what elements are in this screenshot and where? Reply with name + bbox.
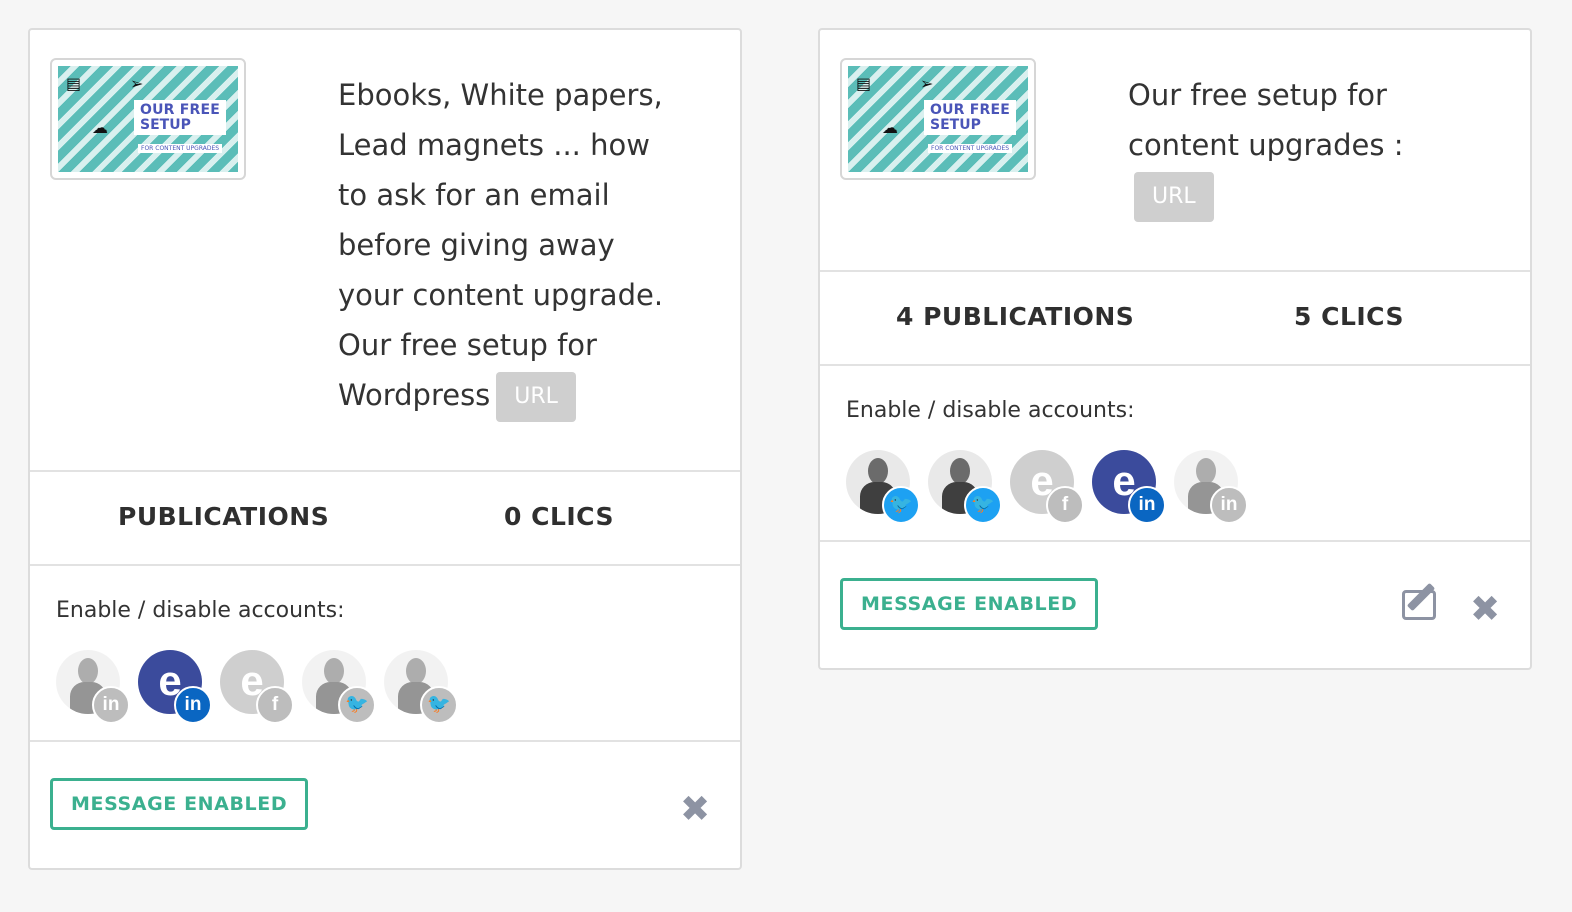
twitter-icon: 🐦 (882, 486, 920, 524)
message-card-1: ▤ ➢ ☁ OUR FREE SETUP FOR CONTENT UPGRADE… (28, 28, 742, 870)
url-button[interactable]: URL (496, 372, 576, 422)
phone-icon: ▤ (66, 74, 82, 93)
linkedin-icon: in (92, 686, 130, 724)
card-footer: MESSAGE ENABLED ✖ (820, 540, 1530, 668)
card-header: ▤ ➢ ☁ OUR FREE SETUP FOR CONTENT UPGRADE… (820, 30, 1530, 270)
account-toggle-person-twitter[interactable]: 🐦 (302, 650, 376, 724)
message-description: Our free setup for content upgrades : URL (1128, 70, 1428, 222)
card-footer: MESSAGE ENABLED ✖ (30, 740, 740, 868)
thumbnail-title-1: OUR FREE (140, 102, 220, 118)
account-toggle-brand-linkedin[interactable]: e in (138, 650, 212, 724)
close-icon[interactable]: ✖ (1470, 592, 1500, 628)
account-toggle-person-twitter[interactable]: 🐦 (846, 450, 920, 524)
account-toggle-person-linkedin[interactable]: in (56, 650, 130, 724)
message-enabled-button[interactable]: MESSAGE ENABLED (840, 578, 1099, 630)
account-toggle-brand-facebook[interactable]: e f (1010, 450, 1084, 524)
thumbnail-image: ▤ ➢ ☁ OUR FREE SETUP FOR CONTENT UPGRADE… (50, 58, 246, 180)
publications-count: PUBLICATIONS (118, 502, 330, 531)
edit-icon[interactable] (1402, 582, 1436, 620)
thumbnail-title-2: SETUP (930, 116, 981, 133)
cloud-download-icon: ☁ (92, 118, 108, 137)
message-card-2: ▤ ➢ ☁ OUR FREE SETUP FOR CONTENT UPGRADE… (818, 28, 1532, 670)
stats-row: 4 PUBLICATIONS 5 CLICS (820, 270, 1530, 364)
cloud-download-icon: ☁ (882, 118, 898, 137)
description-text: Ebooks, White papers, Lead magnets ... h… (338, 78, 664, 412)
clics-count: 0 CLICS (504, 502, 614, 531)
stats-row: PUBLICATIONS 0 CLICS (30, 470, 740, 564)
paper-plane-icon: ➢ (130, 74, 144, 93)
close-icon[interactable]: ✖ (680, 792, 710, 828)
accounts-label: Enable / disable accounts: (56, 598, 345, 623)
account-toggle-brand-facebook[interactable]: e f (220, 650, 294, 724)
accounts-section: Enable / disable accounts: in e in e f 🐦… (30, 564, 740, 740)
thumbnail-title-1: OUR FREE (930, 102, 1010, 118)
clics-count: 5 CLICS (1294, 302, 1404, 331)
facebook-icon: f (1046, 486, 1084, 524)
publications-count: 4 PUBLICATIONS (896, 302, 1135, 331)
account-toggle-person-linkedin[interactable]: in (1174, 450, 1248, 524)
thumbnail-subtitle: FOR CONTENT UPGRADES (138, 144, 223, 153)
account-toggle-person-twitter-2[interactable]: 🐦 (928, 450, 1002, 524)
twitter-icon: 🐦 (420, 686, 458, 724)
accounts-label: Enable / disable accounts: (846, 398, 1135, 423)
card-header: ▤ ➢ ☁ OUR FREE SETUP FOR CONTENT UPGRADE… (30, 30, 740, 470)
thumbnail-title-2: SETUP (140, 116, 191, 133)
thumbnail-image: ▤ ➢ ☁ OUR FREE SETUP FOR CONTENT UPGRADE… (840, 58, 1036, 180)
message-enabled-button[interactable]: MESSAGE ENABLED (50, 778, 309, 830)
account-toggle-brand-linkedin[interactable]: e in (1092, 450, 1166, 524)
linkedin-icon: in (174, 686, 212, 724)
message-description: Ebooks, White papers, Lead magnets ... h… (338, 70, 678, 422)
description-text: Our free setup for content upgrades : (1128, 78, 1404, 162)
linkedin-icon: in (1128, 486, 1166, 524)
thumbnail-subtitle: FOR CONTENT UPGRADES (928, 144, 1013, 153)
paper-plane-icon: ➢ (920, 74, 934, 93)
twitter-icon: 🐦 (338, 686, 376, 724)
url-button[interactable]: URL (1134, 172, 1214, 222)
linkedin-icon: in (1210, 486, 1248, 524)
phone-icon: ▤ (856, 74, 872, 93)
accounts-section: Enable / disable accounts: 🐦 🐦 e f e in … (820, 364, 1530, 540)
facebook-icon: f (256, 686, 294, 724)
account-toggle-person-twitter-2[interactable]: 🐦 (384, 650, 458, 724)
twitter-icon: 🐦 (964, 486, 1002, 524)
